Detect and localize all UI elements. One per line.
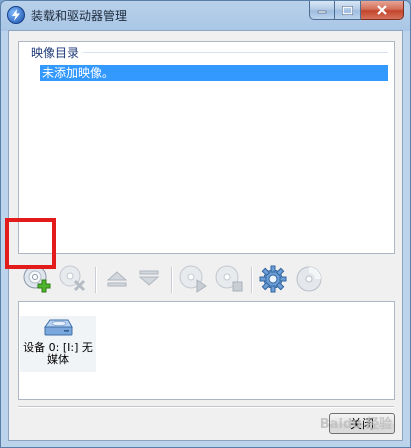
header-divider bbox=[83, 52, 388, 53]
settings-gear-icon bbox=[259, 265, 287, 293]
unmount-button[interactable] bbox=[213, 263, 245, 295]
caption-buttons bbox=[309, 1, 404, 20]
toolbar-separator bbox=[171, 267, 173, 293]
image-list-panel[interactable]: 映像目录 未添加映像。 bbox=[18, 41, 395, 254]
settings-button[interactable] bbox=[257, 263, 289, 295]
highlight-box bbox=[5, 218, 56, 269]
watermark: Baidu 经验 bbox=[319, 417, 392, 432]
disc-button[interactable] bbox=[293, 263, 325, 295]
maximize-icon bbox=[342, 5, 353, 15]
toolbar-separator bbox=[95, 267, 97, 293]
device-item[interactable]: 设备 0: [I:] 无媒体 bbox=[20, 316, 96, 372]
app-lightning-icon bbox=[7, 6, 25, 24]
toolbar bbox=[19, 259, 395, 299]
mount-icon bbox=[179, 265, 207, 293]
device-list-panel[interactable]: 设备 0: [I:] 无媒体 bbox=[18, 301, 395, 400]
unmount-icon bbox=[215, 265, 243, 292]
list-item[interactable]: 未添加映像。 bbox=[40, 65, 388, 81]
close-icon bbox=[377, 5, 387, 15]
remove-image-button[interactable] bbox=[57, 263, 89, 295]
insert-icon bbox=[138, 270, 160, 286]
dialog-client-area: 映像目录 未添加映像。 设备 0: [I:] 无媒体 关闭 Baidu 经验 bbox=[8, 30, 403, 441]
mount-button[interactable] bbox=[177, 263, 209, 295]
virtual-drive-icon bbox=[44, 319, 73, 336]
footer-divider bbox=[18, 406, 394, 408]
remove-image-icon bbox=[59, 265, 86, 292]
eject-icon bbox=[106, 271, 128, 287]
image-list-header: 映像目录 bbox=[31, 46, 80, 60]
maximize-button[interactable] bbox=[335, 1, 361, 20]
app-window: 装载和驱动器管理 映像目录 未添加映像。 设备 0: [I:] 无媒体 关闭 B… bbox=[0, 0, 411, 448]
title-bar[interactable]: 装载和驱动器管理 bbox=[1, 1, 410, 29]
window-title: 装载和驱动器管理 bbox=[31, 9, 128, 23]
device-label: 设备 0: [I:] 无媒体 bbox=[23, 341, 93, 366]
disc-icon bbox=[296, 266, 322, 292]
minimize-button[interactable] bbox=[309, 1, 335, 20]
eject-button[interactable] bbox=[101, 263, 133, 295]
close-window-button[interactable] bbox=[361, 1, 404, 20]
minimize-icon bbox=[317, 10, 327, 14]
toolbar-separator bbox=[251, 267, 253, 293]
insert-button[interactable] bbox=[133, 263, 165, 295]
